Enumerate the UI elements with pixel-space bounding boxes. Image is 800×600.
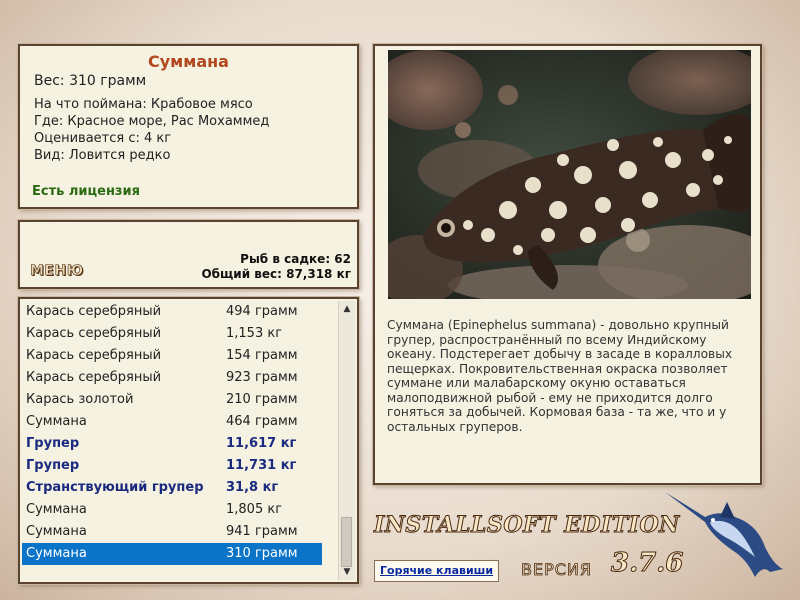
- list-item-selected[interactable]: Суммана 310 грамм: [22, 543, 322, 565]
- fish-info-panel: Суммана Вес: 310 грамм На что поймана: К…: [18, 44, 359, 209]
- list-item[interactable]: Карась серебряный 1,153 кг: [22, 323, 322, 345]
- species-rarity: Вид: Ловится редко: [34, 148, 171, 163]
- item-name: Карась серебряный: [26, 304, 162, 319]
- list-item[interactable]: Групер 11,731 кг: [22, 455, 322, 477]
- caught-where: Где: Красное море, Рас Мохаммед: [34, 114, 270, 129]
- item-weight: 310 грамм: [226, 546, 298, 561]
- fish-details: На что поймана: Крабовое мясо Где: Красн…: [34, 96, 269, 164]
- edition-logo: INSTALLSOFT EDITION: [374, 512, 680, 539]
- item-weight: 464 грамм: [226, 414, 298, 429]
- list-item[interactable]: Карась золотой 210 грамм: [22, 389, 322, 411]
- fish-description: Суммана (Epinephelus summana) - довольно…: [387, 318, 733, 434]
- item-name: Карась серебряный: [26, 348, 162, 363]
- list-item[interactable]: Карась серебряный 154 грамм: [22, 345, 322, 367]
- item-weight: 31,8 кг: [226, 480, 279, 495]
- item-name: Суммана: [26, 414, 87, 429]
- item-name: Карась серебряный: [26, 370, 162, 385]
- scroll-up-arrow-icon[interactable]: ▲: [339, 301, 355, 317]
- item-weight: 1,153 кг: [226, 326, 283, 341]
- item-weight: 11,731 кг: [226, 458, 297, 473]
- total-weight: Общий вес: 87,318 кг: [201, 267, 351, 281]
- item-weight: 1,805 кг: [226, 502, 283, 517]
- list-item[interactable]: Карась серебряный 494 грамм: [22, 301, 322, 323]
- item-weight: 941 грамм: [226, 524, 298, 539]
- item-weight: 154 грамм: [226, 348, 298, 363]
- item-name: Групер: [26, 436, 80, 451]
- menu-button[interactable]: МЕНЮ: [30, 263, 84, 280]
- item-weight: 494 грамм: [226, 304, 298, 319]
- list-item[interactable]: Странствующий групер 31,8 кг: [22, 477, 322, 499]
- item-name: Групер: [26, 458, 80, 473]
- list-item[interactable]: Суммана 1,805 кг: [22, 499, 322, 521]
- scroll-thumb[interactable]: [341, 517, 352, 567]
- fish-title: Суммана: [148, 52, 229, 71]
- list-item[interactable]: Групер 11,617 кг: [22, 433, 322, 455]
- item-name: Странствующий групер: [26, 480, 204, 495]
- caught-on: На что поймана: Крабовое мясо: [34, 97, 253, 112]
- fish-weight: Вес: 310 грамм: [34, 73, 147, 89]
- fish-count: Рыб в садке: 62: [240, 252, 351, 266]
- item-weight: 923 грамм: [226, 370, 298, 385]
- scroll-down-arrow-icon[interactable]: ▼: [339, 564, 355, 580]
- item-name: Суммана: [26, 524, 87, 539]
- fish-photo: [388, 50, 751, 299]
- catch-list[interactable]: Карась серебряный 494 грамм Карась серебр…: [18, 297, 359, 584]
- list-scrollbar[interactable]: ▲ ▼: [338, 301, 355, 580]
- rated-from: Оценивается с: 4 кг: [34, 131, 172, 146]
- catch-rows: Карась серебряный 494 грамм Карась серебр…: [22, 301, 322, 565]
- version-label: ВЕРСИЯ: [521, 560, 592, 580]
- item-name: Карась серебряный: [26, 326, 162, 341]
- license-status: Есть лицензия: [32, 184, 140, 199]
- list-item[interactable]: Карась серебряный 923 грамм: [22, 367, 322, 389]
- menu-panel: МЕНЮ Рыб в садке: 62 Общий вес: 87,318 к…: [18, 220, 359, 289]
- list-item[interactable]: Суммана 464 грамм: [22, 411, 322, 433]
- catch-stats: Рыб в садке: 62 Общий вес: 87,318 кг: [201, 252, 351, 282]
- item-weight: 210 грамм: [226, 392, 298, 407]
- hotkeys-link[interactable]: Горячие клавиши: [374, 560, 500, 582]
- list-item[interactable]: Суммана 941 грамм: [22, 521, 322, 543]
- item-name: Суммана: [26, 502, 87, 517]
- item-name: Карась золотой: [26, 392, 134, 407]
- item-name: Суммана: [26, 546, 87, 561]
- marlin-logo: [665, 487, 787, 587]
- fish-description-panel: Суммана (Epinephelus summana) - довольно…: [373, 44, 762, 485]
- item-weight: 11,617 кг: [226, 436, 297, 451]
